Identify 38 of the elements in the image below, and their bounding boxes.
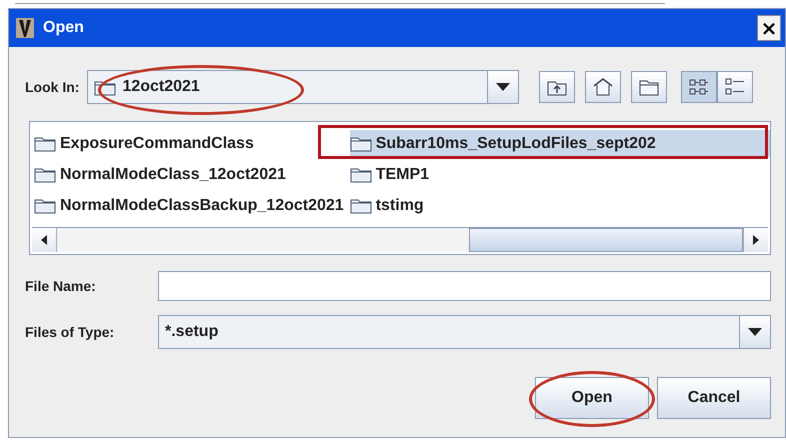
file-type-label: Files of Type: — [25, 324, 116, 340]
folder-icon — [34, 166, 56, 183]
file-item[interactable]: NormalModeClassBackup_12oct2021 — [34, 192, 348, 219]
horizontal-scrollbar[interactable] — [32, 227, 768, 252]
toolbar-button[interactable] — [631, 71, 668, 103]
dropdown-arrow-icon — [748, 328, 762, 336]
folder-icon — [34, 135, 56, 152]
details-view-icon — [724, 77, 746, 97]
look-in-dropdown[interactable]: 12oct2021 — [87, 70, 520, 104]
look-in-label: Look In: — [25, 79, 80, 95]
folder-icon — [34, 197, 56, 214]
file-item[interactable]: tstimg — [350, 192, 770, 219]
toolbar-button[interactable] — [585, 71, 622, 103]
file-item[interactable]: Subarr10ms_SetupLodFiles_sept202 — [350, 130, 770, 157]
close-button[interactable]: × — [757, 15, 781, 41]
file-name-field[interactable] — [158, 271, 771, 301]
file-type-dropdown[interactable]: *.setup — [158, 315, 771, 349]
home-icon — [592, 77, 614, 97]
toolbar-button[interactable] — [681, 71, 718, 103]
toolbar-button[interactable] — [539, 71, 576, 103]
toolbar-button[interactable] — [717, 71, 754, 103]
app-logo-icon — [15, 17, 35, 39]
open-button[interactable]: Open — [535, 377, 649, 419]
file-item[interactable]: NormalModeClass_12oct2021 — [34, 161, 348, 188]
cancel-button[interactable]: Cancel — [657, 377, 771, 419]
scrollbar-thumb[interactable] — [468, 228, 743, 252]
folder-icon — [350, 197, 372, 214]
scroll-right-icon — [753, 235, 759, 245]
folder-icon — [350, 135, 372, 152]
file-item[interactable]: TEMP1 — [350, 161, 770, 188]
folder-icon — [350, 166, 372, 183]
folder-name: 12oct2021 — [122, 78, 200, 96]
file-item[interactable]: ExposureCommandClass — [34, 130, 348, 157]
window-title: Open — [43, 19, 85, 37]
dropdown-arrow-icon — [496, 83, 510, 91]
file-name-label: File Name: — [25, 278, 97, 294]
list-view-icon — [688, 77, 710, 97]
scroll-left-icon — [41, 235, 47, 245]
